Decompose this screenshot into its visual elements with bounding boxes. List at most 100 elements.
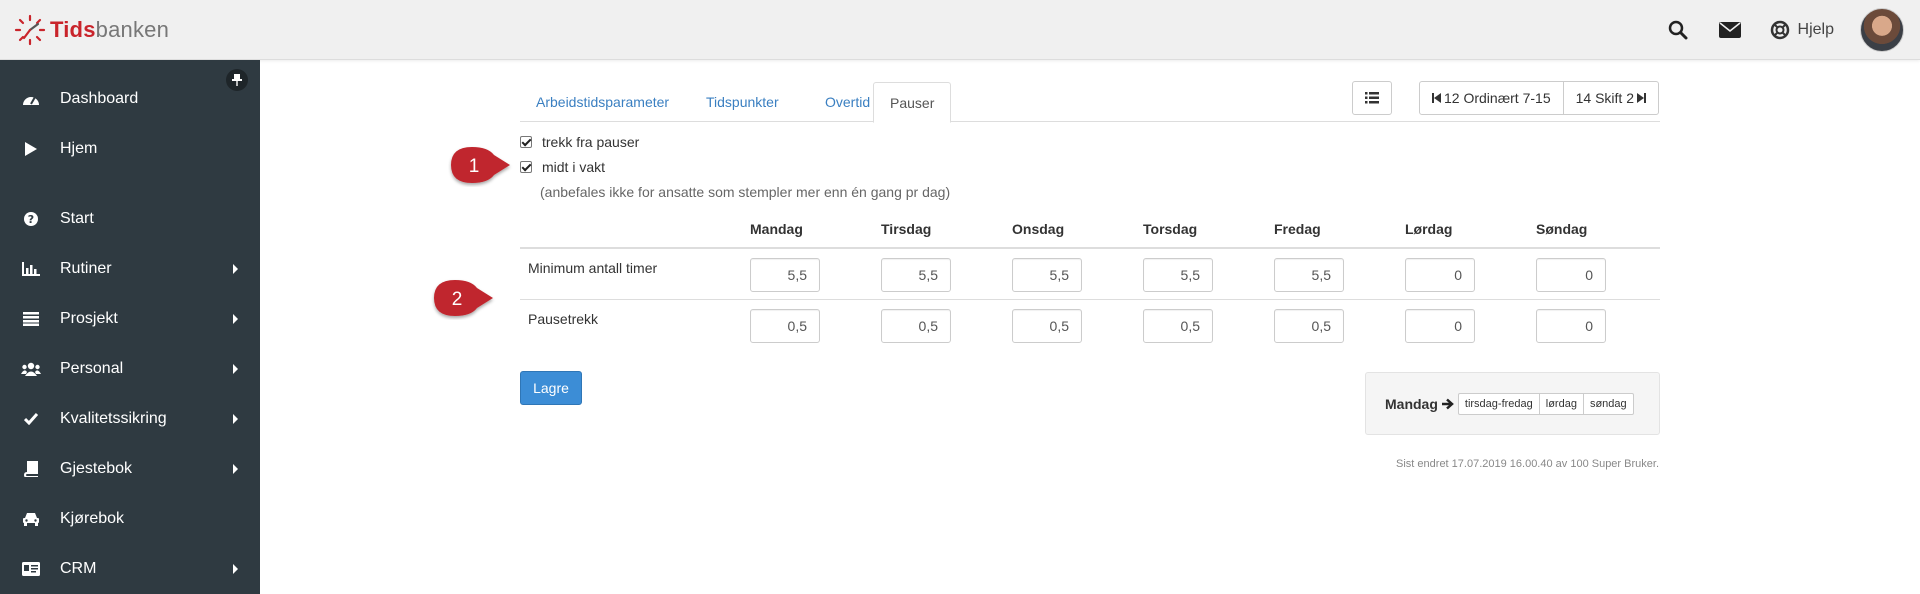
sidebar-item-gjestebok[interactable]: Gjestebok <box>0 449 260 489</box>
sidebar-item-start[interactable]: ? Start <box>0 199 260 239</box>
copy-source-label: Mandag <box>1385 396 1438 412</box>
help-link[interactable]: Hjelp <box>1770 20 1834 40</box>
tidsbanken-logo[interactable]: Tidsbanken <box>14 14 169 46</box>
sidebar-item-rutiner[interactable]: Rutiner <box>0 249 260 289</box>
break-onsdag-input[interactable]: 0,5 <box>1012 309 1082 343</box>
sidebar-item-personal[interactable]: Personal <box>0 349 260 389</box>
caret-right-icon <box>233 464 238 474</box>
id-card-icon <box>21 559 41 579</box>
min-hours-lordag-input[interactable]: 0 <box>1405 258 1475 292</box>
shift-navigation: 12 Ordinært 7-15 14 Skift 2 <box>1419 81 1659 115</box>
step-backward-icon <box>1432 93 1441 103</box>
row-label-minimum-hours: Minimum antall timer <box>528 260 658 276</box>
sidebar-item-label: Start <box>60 210 94 227</box>
search-icon[interactable] <box>1666 18 1690 42</box>
min-hours-tirsdag-input[interactable]: 5,5 <box>881 258 951 292</box>
copy-to-tirsdag-fredag-button[interactable]: tirsdag-fredag <box>1459 394 1539 414</box>
previous-shift-button[interactable]: 12 Ordinært 7-15 <box>1420 82 1563 114</box>
sidebar-item-kvalitetssikring[interactable]: Kvalitetssikring <box>0 399 260 439</box>
dashboard-icon <box>21 89 41 109</box>
last-modified-note: Sist endret 17.07.2019 16.00.40 av 100 S… <box>1396 458 1659 470</box>
sidebar-item-label: Rutiner <box>60 260 112 277</box>
copy-to-lordag-button[interactable]: lørdag <box>1538 394 1583 414</box>
copy-values-row: Mandag tirsdag-fredag lørdag søndag <box>1385 393 1634 415</box>
user-avatar[interactable] <box>1860 8 1904 52</box>
row-label-break-deduction: Pausetrekk <box>528 311 599 327</box>
list-icon <box>21 309 41 329</box>
save-button[interactable]: Lagre <box>520 371 582 405</box>
mid-shift-checkbox[interactable] <box>520 161 532 173</box>
day-header-onsdag: Onsdag <box>1012 221 1065 237</box>
copy-target-chips: tirsdag-fredag lørdag søndag <box>1457 393 1634 415</box>
callout-marker-2: 2 <box>434 280 493 316</box>
clock-logo-icon <box>14 14 46 46</box>
tab-pauser[interactable]: Pauser <box>873 82 952 123</box>
day-header-torsdag: Torsdag <box>1143 221 1198 237</box>
sidebar-item-label: Kjørebok <box>60 510 125 527</box>
table-header-divider <box>520 247 1660 249</box>
bar-chart-icon <box>21 259 41 279</box>
tab-arbeidstidsparameter[interactable]: Arbeidstidsparameter <box>520 82 685 122</box>
deduct-breaks-label: trekk fra pauser <box>542 134 640 150</box>
sidebar: Dashboard Hjem ? Start Rutiner Prosjekt … <box>0 60 260 594</box>
arrow-right-icon <box>1441 398 1454 410</box>
question-circle-icon: ? <box>21 209 41 229</box>
sidebar-item-hjem[interactable]: Hjem <box>0 129 260 169</box>
brand-name: Tidsbanken <box>50 17 169 43</box>
copy-to-sondag-button[interactable]: søndag <box>1582 394 1633 414</box>
min-hours-mandag-input[interactable]: 5,5 <box>750 258 820 292</box>
break-tirsdag-input[interactable]: 0,5 <box>881 309 951 343</box>
break-torsdag-input[interactable]: 0,5 <box>1143 309 1213 343</box>
list-view-button[interactable] <box>1352 81 1392 115</box>
users-icon <box>21 359 41 379</box>
min-hours-sondag-input[interactable]: 0 <box>1536 258 1606 292</box>
sidebar-item-label: Kvalitetssikring <box>60 410 167 427</box>
previous-shift-label: 12 Ordinært 7-15 <box>1444 90 1551 106</box>
sidebar-item-label: Dashboard <box>60 90 139 107</box>
book-icon <box>21 459 41 479</box>
day-header-tirsdag: Tirsdag <box>881 221 932 237</box>
life-ring-icon <box>1770 20 1789 40</box>
break-sondag-input[interactable]: 0 <box>1536 309 1606 343</box>
caret-right-icon <box>233 364 238 374</box>
sidebar-item-prosjekt[interactable]: Prosjekt <box>0 299 260 339</box>
brand-part2: banken <box>95 17 170 42</box>
play-icon <box>21 139 41 159</box>
callout-number-1: 1 <box>469 156 480 177</box>
mid-shift-label: midt i vakt <box>542 159 606 175</box>
list-icon <box>1365 92 1379 104</box>
caret-right-icon <box>233 414 238 424</box>
sidebar-item-crm[interactable]: CRM <box>0 549 260 589</box>
sidebar-item-label: Gjestebok <box>60 460 133 477</box>
sidebar-item-label: Hjem <box>60 140 98 157</box>
tab-tidspunkter[interactable]: Tidspunkter <box>690 82 795 122</box>
break-mandag-input[interactable]: 0,5 <box>750 309 820 343</box>
day-header-sondag: Søndag <box>1536 221 1588 237</box>
deduct-breaks-option[interactable]: trekk fra pauser <box>520 134 639 150</box>
caret-right-icon <box>233 264 238 274</box>
caret-right-icon <box>233 314 238 324</box>
break-lordag-input[interactable]: 0 <box>1405 309 1475 343</box>
break-fredag-input[interactable]: 0,5 <box>1274 309 1344 343</box>
car-icon <box>21 509 41 529</box>
deduct-breaks-checkbox[interactable] <box>520 136 532 148</box>
envelope-icon[interactable] <box>1718 18 1742 42</box>
mid-shift-option[interactable]: midt i vakt <box>520 159 605 175</box>
header-actions: Hjelp <box>1666 0 1920 60</box>
day-header-lordag: Lørdag <box>1405 221 1453 237</box>
min-hours-fredag-input[interactable]: 5,5 <box>1274 258 1344 292</box>
check-icon <box>21 409 41 429</box>
help-label: Hjelp <box>1797 21 1834 38</box>
sidebar-item-dashboard[interactable]: Dashboard <box>0 79 260 119</box>
callout-number-2: 2 <box>452 289 463 310</box>
brand-part1: Tids <box>50 17 96 42</box>
min-hours-torsdag-input[interactable]: 5,5 <box>1143 258 1213 292</box>
table-row-divider <box>520 299 1660 300</box>
next-shift-button[interactable]: 14 Skift 2 <box>1562 82 1658 114</box>
sidebar-item-kjorebok[interactable]: Kjørebok <box>0 499 260 539</box>
sidebar-item-label: CRM <box>60 560 97 577</box>
caret-right-icon <box>233 564 238 574</box>
step-forward-icon <box>1636 93 1646 103</box>
day-header-mandag: Mandag <box>750 221 803 237</box>
min-hours-onsdag-input[interactable]: 5,5 <box>1012 258 1082 292</box>
